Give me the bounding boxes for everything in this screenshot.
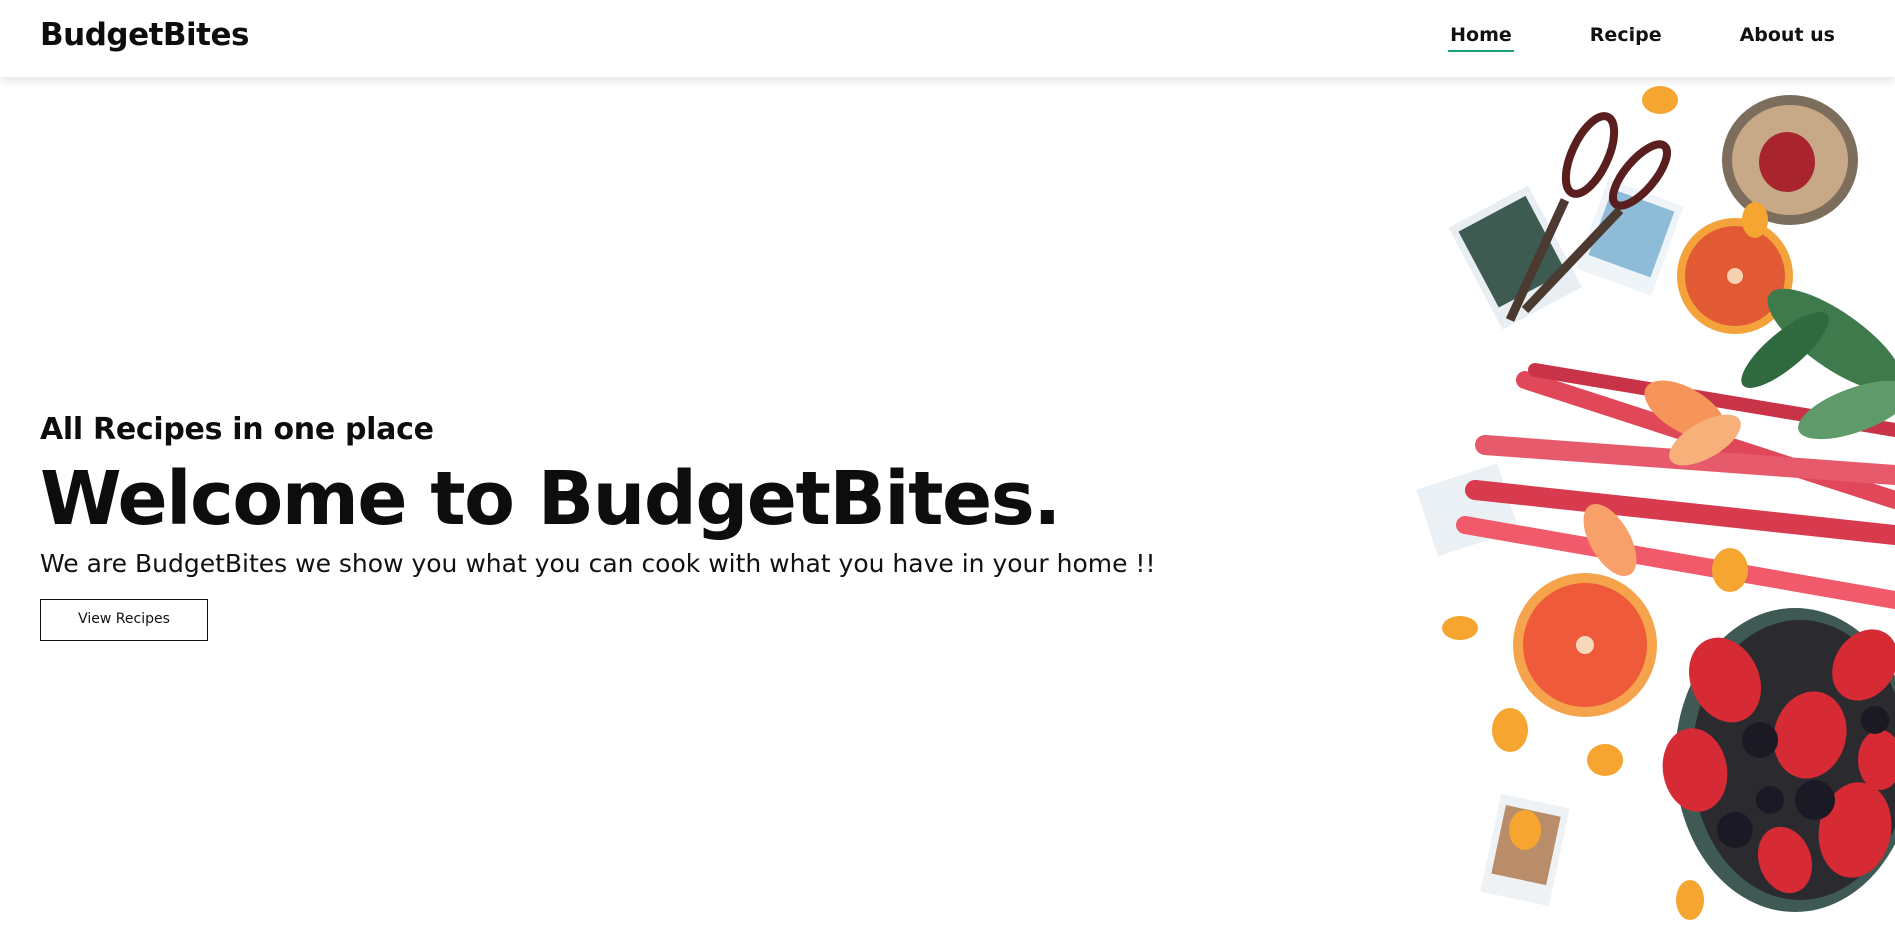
photo-card bbox=[1416, 463, 1519, 557]
nav-item-home[interactable]: Home bbox=[1448, 24, 1514, 52]
hero-food-image bbox=[1416, 86, 1895, 920]
hero-section: All Recipes in one place Welcome to Budg… bbox=[40, 412, 1155, 641]
hero-headline: Welcome to BudgetBites. bbox=[40, 456, 1061, 542]
nav-item-recipe[interactable]: Recipe bbox=[1590, 24, 1662, 50]
berry-bowl bbox=[1662, 608, 1895, 912]
brand-logo[interactable]: BudgetBites bbox=[40, 17, 249, 53]
view-recipes-button[interactable]: View Recipes bbox=[40, 598, 208, 641]
nav-links: Home Recipe About us bbox=[1372, 24, 1835, 52]
peppercorn-bowl bbox=[1722, 95, 1858, 225]
hero-kicker: All Recipes in one place bbox=[40, 412, 434, 447]
hero-tagline: We are BudgetBites we show you what you … bbox=[40, 548, 1156, 578]
navbar: BudgetBites Home Recipe About us bbox=[0, 0, 1895, 77]
nav-item-about-us[interactable]: About us bbox=[1740, 24, 1835, 50]
blood-orange-slice bbox=[1513, 573, 1657, 717]
